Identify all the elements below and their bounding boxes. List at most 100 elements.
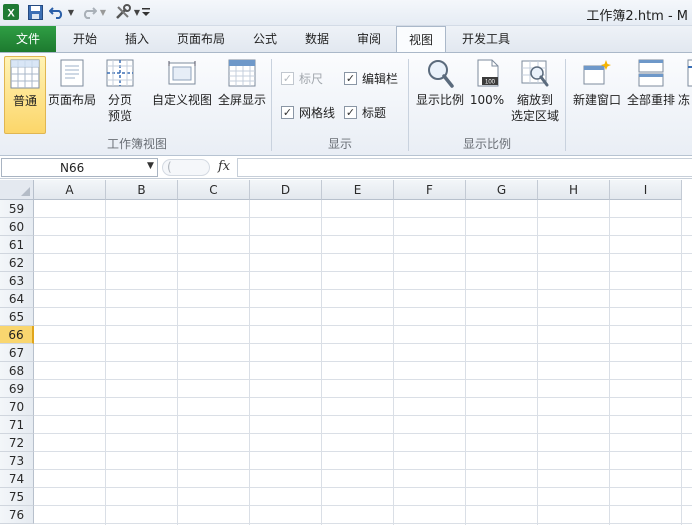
arrange-all-button[interactable]: 全部重排	[626, 56, 676, 134]
column-header-d[interactable]: D	[250, 180, 322, 200]
customize-qat-icon[interactable]	[141, 3, 151, 21]
row-header-65[interactable]: 65	[0, 308, 34, 326]
row-gridline	[34, 361, 692, 362]
row-header-63[interactable]: 63	[0, 272, 34, 290]
column-gridline	[177, 200, 178, 525]
zoom-selection-label-1: 缩放到	[516, 93, 553, 107]
undo-icon[interactable]	[48, 3, 66, 21]
row-header-70[interactable]: 70	[0, 398, 34, 416]
row-header-68[interactable]: 68	[0, 362, 34, 380]
tab-review[interactable]: 审阅	[344, 26, 394, 52]
tab-file[interactable]: 文件	[0, 26, 56, 52]
excel-logo-icon: X	[2, 3, 20, 21]
row-gridline	[34, 469, 692, 470]
row-header-64[interactable]: 64	[0, 290, 34, 308]
row-header-67[interactable]: 67	[0, 344, 34, 362]
formula-bar-checkbox[interactable]: ✓ 编辑栏	[344, 70, 398, 87]
arrange-all-icon	[638, 59, 664, 87]
chevron-down-icon[interactable]: ▼	[147, 161, 154, 171]
row-header-72[interactable]: 72	[0, 434, 34, 452]
freeze-panes-button[interactable]: 冻	[678, 56, 692, 134]
insert-function-button[interactable]: fx	[218, 159, 230, 174]
ruler-label: 标尺	[299, 72, 324, 86]
new-window-button[interactable]: 新建窗口	[570, 56, 624, 134]
formula-input[interactable]	[237, 158, 692, 177]
tools-icon[interactable]	[113, 3, 133, 21]
headings-checkbox[interactable]: ✓ 标题	[344, 104, 386, 121]
row-gridline	[34, 289, 692, 290]
column-header-c[interactable]: C	[178, 180, 250, 200]
column-header-i[interactable]: I	[610, 180, 682, 200]
column-header-f[interactable]: F	[394, 180, 466, 200]
row-header-75[interactable]: 75	[0, 488, 34, 506]
zoom-100-label: 100%	[469, 93, 505, 107]
tab-view[interactable]: 视图	[396, 26, 446, 53]
row-header-60[interactable]: 60	[0, 218, 34, 236]
full-screen-icon	[228, 59, 256, 87]
row-gridline	[34, 379, 692, 380]
row-header-73[interactable]: 73	[0, 452, 34, 470]
normal-view-button[interactable]: 普通	[4, 56, 46, 134]
row-header-62[interactable]: 62	[0, 254, 34, 272]
excel-window: X ▼ ▼ ▼ 工作簿2.htm - M 文件 开始 插入 页面布局 公式 数据…	[0, 0, 692, 525]
redo-dropdown-icon[interactable]: ▼	[98, 3, 108, 21]
gridlines-label: 网格线	[299, 106, 336, 120]
zoom-selection-label-2: 选定区域	[510, 109, 559, 123]
redo-icon[interactable]	[80, 3, 98, 21]
tab-developer[interactable]: 开发工具	[450, 26, 522, 52]
row-gridline	[34, 235, 692, 236]
tab-data[interactable]: 数据	[292, 26, 342, 52]
title-bar: X ▼ ▼ ▼ 工作簿2.htm - M	[0, 0, 692, 26]
zoom-100-button[interactable]: 100 100%	[468, 56, 506, 134]
row-gridline	[34, 433, 692, 434]
gridlines-checkbox[interactable]: ✓ 网格线	[281, 104, 335, 121]
row-gridline	[34, 451, 692, 452]
row-header-59[interactable]: 59	[0, 200, 34, 218]
row-gridline	[34, 397, 692, 398]
normal-view-icon	[10, 59, 40, 89]
column-header-e[interactable]: E	[322, 180, 394, 200]
row-gridline	[34, 253, 692, 254]
page-break-preview-button[interactable]: 分页 预览	[100, 56, 140, 134]
arrange-all-label: 全部重排	[626, 93, 675, 107]
zoom-selection-icon	[521, 60, 549, 87]
row-header-71[interactable]: 71	[0, 416, 34, 434]
row-header-61[interactable]: 61	[0, 236, 34, 254]
row-header-66[interactable]: 66	[0, 326, 34, 344]
row-header-69[interactable]: 69	[0, 380, 34, 398]
column-header-b[interactable]: B	[106, 180, 178, 200]
svg-text:100: 100	[485, 80, 496, 86]
row-header-74[interactable]: 74	[0, 470, 34, 488]
headings-check-icon: ✓	[344, 106, 357, 119]
formula-bar-label: 编辑栏	[362, 72, 399, 86]
zoom-button[interactable]: 显示比例	[414, 56, 466, 134]
row-gridline	[34, 343, 692, 344]
custom-views-button[interactable]: 自定义视图	[150, 56, 214, 134]
undo-dropdown-icon[interactable]: ▼	[133, 3, 141, 21]
column-gridline	[105, 200, 106, 525]
column-header-a[interactable]: A	[34, 180, 106, 200]
workbook-views-group-label: 工作簿视图	[106, 137, 167, 151]
tab-formulas[interactable]: 公式	[240, 26, 290, 52]
row-gridline	[34, 307, 692, 308]
page-layout-label: 页面布局	[48, 93, 97, 107]
row-gridline	[34, 217, 692, 218]
page-layout-view-button[interactable]: 页面布局	[48, 56, 96, 134]
column-gridline	[681, 200, 682, 525]
full-screen-button[interactable]: 全屏显示	[216, 56, 268, 134]
row-header-76[interactable]: 76	[0, 506, 34, 524]
column-header-h[interactable]: H	[538, 180, 610, 200]
tab-home[interactable]: 开始	[60, 26, 110, 52]
save-icon[interactable]	[26, 3, 44, 21]
name-box[interactable]: N66 ▼	[1, 158, 158, 177]
zoom-group-label: 显示比例	[462, 137, 511, 151]
select-all-button[interactable]	[0, 180, 34, 200]
column-gridline	[393, 200, 394, 525]
worksheet-grid[interactable]: ABCDEFGHI 59 60 61 62 63 64 65 66 67 68 69 70 71 72 73…	[0, 180, 692, 525]
zoom-to-selection-button[interactable]: 缩放到 选定区域	[508, 56, 562, 134]
column-header-g[interactable]: G	[466, 180, 538, 200]
undo-dropdown-icon[interactable]: ▼	[66, 3, 76, 21]
tab-page-layout[interactable]: 页面布局	[166, 26, 236, 52]
tab-insert[interactable]: 插入	[112, 26, 162, 52]
show-group-label: 显示	[327, 137, 352, 151]
